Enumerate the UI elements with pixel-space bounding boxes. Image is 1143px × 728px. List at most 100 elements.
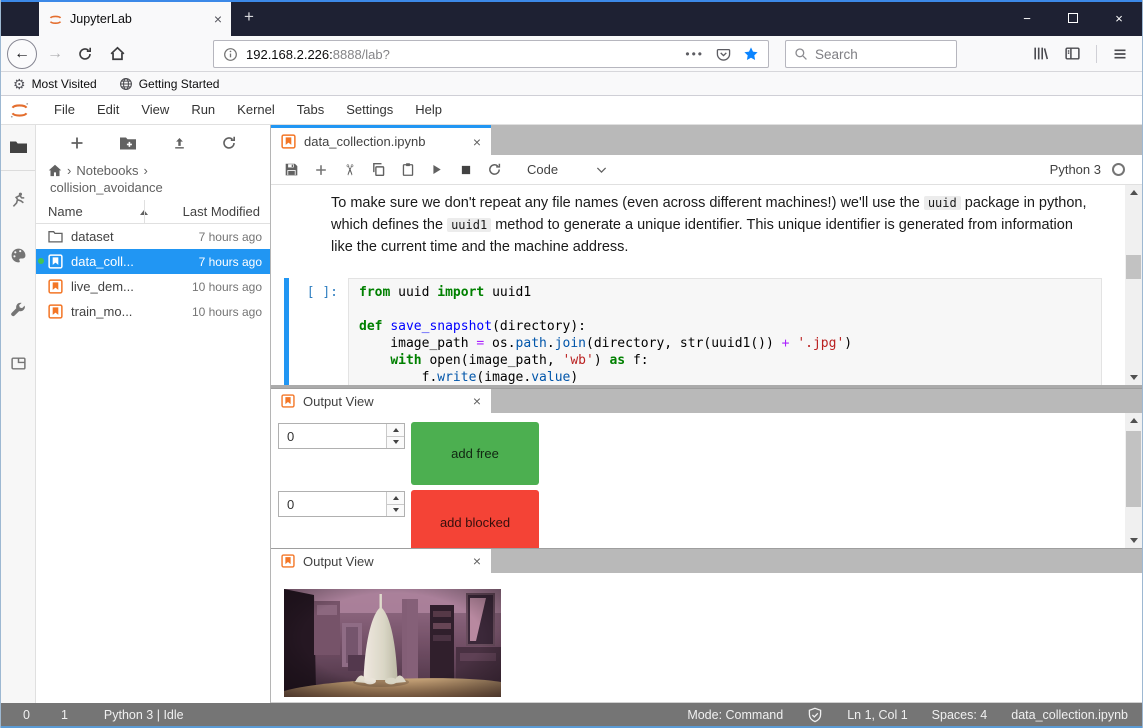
refresh-button[interactable] — [221, 135, 237, 151]
command-mode-indicator[interactable]: Mode: Command — [687, 708, 783, 722]
output-view-2-close-icon[interactable]: × — [473, 553, 481, 569]
home-button[interactable] — [105, 42, 129, 66]
notebook-icon — [48, 254, 64, 269]
menu-kernel[interactable]: Kernel — [226, 102, 286, 117]
window-close-button[interactable]: × — [1096, 0, 1142, 36]
cell-prompt: [ ]: — [296, 285, 338, 300]
scroll-down-icon[interactable] — [1125, 533, 1142, 548]
home-breadcrumb-icon[interactable] — [48, 164, 62, 177]
file-row-data_coll[interactable]: data_coll...7 hours ago — [36, 249, 270, 274]
output-view-1-scrollbar[interactable] — [1125, 413, 1142, 548]
output-view-1-title: Output View — [303, 394, 374, 409]
running-sessions-icon[interactable] — [1, 191, 35, 209]
page-actions-icon[interactable]: ••• — [685, 47, 704, 61]
bookmark-star-icon[interactable] — [743, 46, 759, 62]
spinner-up-button[interactable] — [387, 424, 404, 437]
new-launcher-button[interactable] — [69, 135, 85, 151]
spinner-down-button[interactable] — [387, 505, 404, 517]
file-browser-panel: › Notebooks › collision_avoidance Name L… — [36, 125, 271, 703]
reload-button[interactable] — [73, 42, 97, 66]
menu-edit[interactable]: Edit — [86, 102, 130, 117]
pocket-icon[interactable] — [716, 47, 731, 62]
window-controls: − × — [1004, 0, 1142, 36]
kernels-count[interactable]: 1 — [61, 708, 68, 722]
restart-kernel-button[interactable] — [480, 158, 509, 182]
blocked-count-spinner[interactable]: 0 — [278, 491, 405, 517]
stop-kernel-button[interactable] — [451, 158, 480, 182]
output-view-1-close-icon[interactable]: × — [473, 393, 481, 409]
bookmark-getting-started[interactable]: Getting Started — [119, 77, 220, 91]
code-line: from uuid import uuid1 — [359, 284, 1091, 301]
add-free-button[interactable]: add free — [411, 422, 539, 485]
save-button[interactable] — [277, 158, 306, 182]
menu-help[interactable]: Help — [404, 102, 453, 117]
notebook-tab-bar: data_collection.ipynb × — [271, 125, 1142, 155]
cell-type-dropdown[interactable]: Code — [519, 162, 615, 177]
output-view-1-tab[interactable]: Output View × — [271, 389, 491, 413]
activity-separator — [1, 170, 35, 171]
cursor-position[interactable]: Ln 1, Col 1 — [847, 708, 907, 722]
column-name[interactable]: Name — [36, 204, 83, 219]
files-tab-icon[interactable] — [1, 139, 35, 155]
scroll-up-icon[interactable] — [1125, 413, 1142, 428]
file-row-train_mo[interactable]: train_mo...10 hours ago — [36, 299, 270, 324]
file-name: data_coll... — [71, 254, 134, 269]
tab-spaces-indicator[interactable]: Spaces: 4 — [932, 708, 988, 722]
inline-code: uuid1 — [447, 218, 491, 232]
maximize-button[interactable] — [1050, 0, 1096, 36]
site-info-icon[interactable] — [223, 47, 238, 62]
copy-cells-button[interactable] — [364, 158, 393, 182]
file-row-live_dem[interactable]: live_dem...10 hours ago — [36, 274, 270, 299]
menu-settings[interactable]: Settings — [335, 102, 404, 117]
markdown-cell[interactable]: To make sure we don't repeat any file na… — [331, 192, 1096, 258]
breadcrumb-notebooks[interactable]: Notebooks — [76, 162, 138, 179]
bookmark-most-visited[interactable]: ⚙ Most Visited — [13, 77, 97, 91]
code-editor[interactable]: from uuid import uuid1def save_snapshot(… — [348, 278, 1102, 385]
kernel-indicator[interactable]: Python 3 — [1050, 162, 1136, 177]
spinner-up-button[interactable] — [387, 492, 404, 505]
menu-file[interactable]: File — [43, 102, 86, 117]
scrollbar-thumb[interactable] — [1126, 255, 1141, 279]
tab-close-icon[interactable]: × — [214, 11, 222, 27]
paste-cells-button[interactable] — [393, 158, 422, 182]
scroll-down-icon[interactable] — [1125, 370, 1142, 385]
notebook-tab-close-icon[interactable]: × — [473, 134, 481, 150]
add-blocked-button[interactable]: add blocked — [411, 490, 539, 548]
run-cell-button[interactable] — [422, 158, 451, 182]
file-name: live_dem... — [71, 279, 134, 294]
new-folder-button[interactable] — [119, 136, 137, 151]
forward-button[interactable]: → — [45, 45, 65, 63]
new-tab-button[interactable]: + — [244, 7, 254, 27]
menu-tabs[interactable]: Tabs — [286, 102, 335, 117]
back-button[interactable]: ← — [7, 39, 37, 69]
url-bar[interactable]: 192.168.2.226:8888/lab? ••• — [213, 40, 769, 68]
code-cell[interactable]: [ ]: from uuid import uuid1def save_snap… — [284, 278, 1102, 385]
trusted-shield-icon — [807, 707, 823, 723]
scrollbar-thumb[interactable] — [1126, 431, 1141, 507]
notebook-tab[interactable]: data_collection.ipynb × — [271, 125, 491, 155]
sidebars-icon[interactable] — [1064, 45, 1081, 62]
spinner-down-button[interactable] — [387, 437, 404, 449]
library-icon[interactable] — [1032, 45, 1049, 62]
property-inspector-icon[interactable] — [1, 301, 35, 318]
minimize-button[interactable]: − — [1004, 0, 1050, 36]
cut-cells-button[interactable]: ✂ — [338, 155, 362, 184]
menu-view[interactable]: View — [130, 102, 180, 117]
menu-hamburger-icon[interactable] — [1112, 46, 1128, 62]
file-row-dataset[interactable]: dataset7 hours ago — [36, 224, 270, 249]
notebook-content[interactable]: To make sure we don't repeat any file na… — [271, 185, 1142, 385]
browser-tab-jupyterlab[interactable]: JupyterLab × — [39, 2, 231, 36]
output-view-2-tab[interactable]: Output View × — [271, 549, 491, 573]
kernel-status-text[interactable]: Python 3 | Idle — [104, 708, 184, 722]
open-tabs-icon[interactable] — [1, 355, 35, 372]
upload-button[interactable] — [172, 135, 187, 151]
command-palette-icon[interactable] — [1, 247, 35, 264]
notebook-scrollbar[interactable] — [1125, 185, 1142, 385]
search-box[interactable]: Search — [785, 40, 957, 68]
menu-run[interactable]: Run — [180, 102, 226, 117]
scroll-up-icon[interactable] — [1125, 185, 1142, 200]
terminals-count[interactable]: 0 — [23, 708, 30, 722]
insert-cell-button[interactable] — [306, 158, 335, 182]
free-count-spinner[interactable]: 0 — [278, 423, 405, 449]
column-last-modified[interactable]: Last Modified — [183, 204, 270, 219]
